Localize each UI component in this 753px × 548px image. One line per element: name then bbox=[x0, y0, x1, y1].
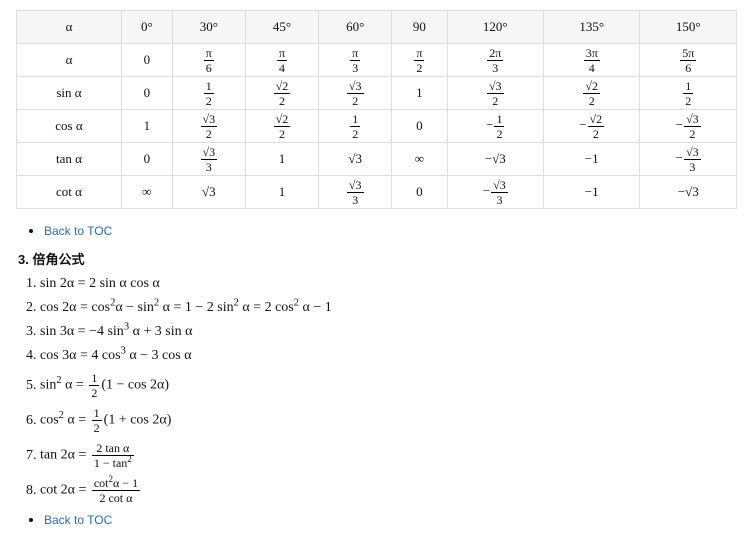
col-header: 90 bbox=[392, 11, 447, 44]
list-item: Back to TOC bbox=[44, 512, 737, 528]
cell: 1 bbox=[392, 77, 447, 110]
cell: 0 bbox=[121, 77, 172, 110]
cell: π2 bbox=[392, 44, 447, 77]
cell: 12 bbox=[640, 77, 737, 110]
cell: −√3 bbox=[640, 176, 737, 209]
back-to-toc-link[interactable]: Back to TOC bbox=[44, 224, 112, 238]
formula-item: tan 2α = 2 tan α1 − tan2 bbox=[40, 442, 737, 469]
col-header: 0° bbox=[121, 11, 172, 44]
row-label: sin α bbox=[17, 77, 122, 110]
formula-item: cos 3α = 4 cos3 α − 3 cos α bbox=[40, 348, 737, 364]
table-header-row: α 0° 30° 45° 60° 90 120° 135° 150° bbox=[17, 11, 737, 44]
cell: √33 bbox=[319, 176, 392, 209]
section-number: 3. bbox=[18, 252, 29, 267]
cell: 1 bbox=[245, 176, 318, 209]
col-header: 45° bbox=[245, 11, 318, 44]
cell: 2π3 bbox=[447, 44, 543, 77]
cell: −1 bbox=[544, 143, 640, 176]
cell: 1 bbox=[245, 143, 318, 176]
cell: 12 bbox=[172, 77, 245, 110]
cell: 0 bbox=[392, 110, 447, 143]
toc-list: Back to TOC bbox=[44, 223, 737, 239]
cell: −√32 bbox=[640, 110, 737, 143]
cell: √3 bbox=[319, 143, 392, 176]
cell: −√33 bbox=[640, 143, 737, 176]
cell: √3 bbox=[172, 176, 245, 209]
col-header: 60° bbox=[319, 11, 392, 44]
back-to-toc-link[interactable]: Back to TOC bbox=[44, 513, 112, 527]
formula-item: sin2 α = 12(1 − cos 2α) bbox=[40, 372, 737, 399]
col-header: α bbox=[17, 11, 122, 44]
table-row: sin α 0 12 √22 √32 1 √32 √22 12 bbox=[17, 77, 737, 110]
cell: −12 bbox=[447, 110, 543, 143]
row-label: tan α bbox=[17, 143, 122, 176]
cell: ∞ bbox=[121, 176, 172, 209]
cell: 0 bbox=[121, 143, 172, 176]
formula-list: sin 2α = 2 sin α cos α cos 2α = cos2α − … bbox=[40, 276, 737, 504]
formula-item: sin 2α = 2 sin α cos α bbox=[40, 276, 737, 292]
cell: π3 bbox=[319, 44, 392, 77]
cell: √32 bbox=[319, 77, 392, 110]
list-item: Back to TOC bbox=[44, 223, 737, 239]
cell: 12 bbox=[319, 110, 392, 143]
cell: √22 bbox=[245, 77, 318, 110]
row-label: α bbox=[17, 44, 122, 77]
table-row: cos α 1 √32 √22 12 0 −12 −√22 −√32 bbox=[17, 110, 737, 143]
formula-item: cos2 α = 12(1 + cos 2α) bbox=[40, 407, 737, 434]
row-label: cot α bbox=[17, 176, 122, 209]
col-header: 150° bbox=[640, 11, 737, 44]
cell: 3π4 bbox=[544, 44, 640, 77]
cell: π6 bbox=[172, 44, 245, 77]
cell: −√3 bbox=[447, 143, 543, 176]
cell: √22 bbox=[544, 77, 640, 110]
cell: √32 bbox=[447, 77, 543, 110]
formula-item: cos 2α = cos2α − sin2 α = 1 − 2 sin2 α =… bbox=[40, 300, 737, 316]
trig-values-table: α 0° 30° 45° 60° 90 120° 135° 150° α 0 π… bbox=[16, 10, 737, 209]
cell: −√22 bbox=[544, 110, 640, 143]
cell: 0 bbox=[121, 44, 172, 77]
row-label: cos α bbox=[17, 110, 122, 143]
section-heading: 3. 倍角公式 bbox=[18, 249, 737, 268]
cell: √33 bbox=[172, 143, 245, 176]
col-header: 30° bbox=[172, 11, 245, 44]
cell: ∞ bbox=[392, 143, 447, 176]
cell: √32 bbox=[172, 110, 245, 143]
section-title: 倍角公式 bbox=[32, 252, 84, 267]
table-row: α 0 π6 π4 π3 π2 2π3 3π4 5π6 bbox=[17, 44, 737, 77]
formula-item: sin 3α = −4 sin3 α + 3 sin α bbox=[40, 324, 737, 340]
cell: π4 bbox=[245, 44, 318, 77]
col-header: 120° bbox=[447, 11, 543, 44]
col-header: 135° bbox=[544, 11, 640, 44]
table-row: tan α 0 √33 1 √3 ∞ −√3 −1 −√33 bbox=[17, 143, 737, 176]
cell: 1 bbox=[121, 110, 172, 143]
cell: 0 bbox=[392, 176, 447, 209]
table-row: cot α ∞ √3 1 √33 0 −√33 −1 −√3 bbox=[17, 176, 737, 209]
cell: −√33 bbox=[447, 176, 543, 209]
cell: −1 bbox=[544, 176, 640, 209]
toc-list: Back to TOC bbox=[44, 512, 737, 528]
cell: √22 bbox=[245, 110, 318, 143]
cell: 5π6 bbox=[640, 44, 737, 77]
formula-item: cot 2α = cot2α − 12 cot α bbox=[40, 477, 737, 504]
